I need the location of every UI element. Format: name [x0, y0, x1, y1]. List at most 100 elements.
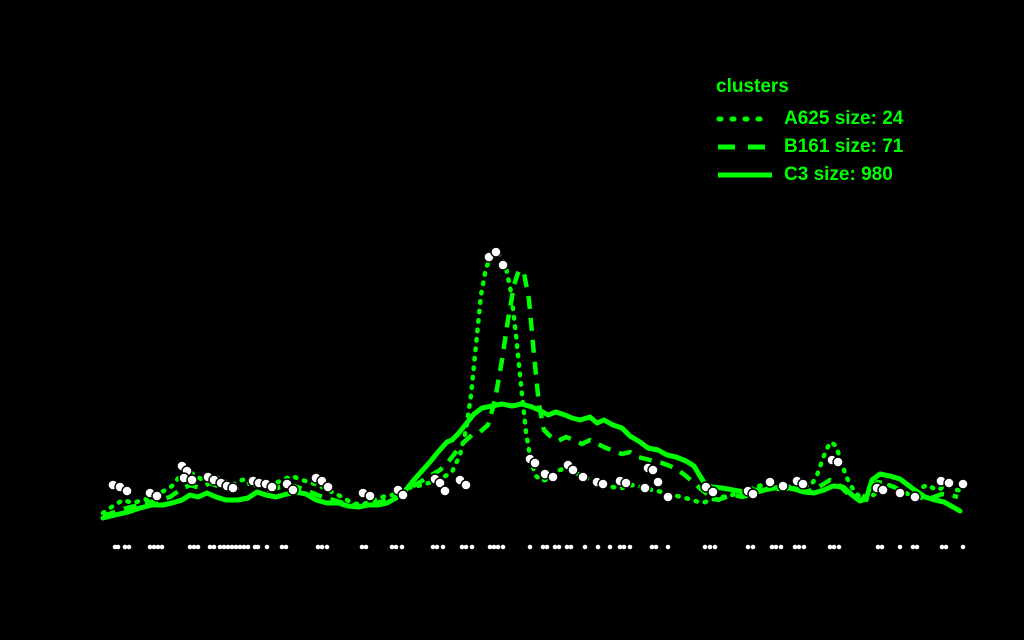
rug-dot — [359, 544, 365, 550]
rug-dot — [627, 544, 633, 550]
rug-dot — [607, 544, 613, 550]
scatter-point — [397, 489, 409, 501]
scatter-point — [490, 246, 502, 258]
rug-dot — [463, 544, 469, 550]
scatter-point — [151, 490, 163, 502]
legend-item-c3: C3 size: 980 — [716, 161, 903, 189]
rug-dot — [527, 544, 533, 550]
scatter-point — [639, 482, 651, 494]
rug-dot — [831, 544, 837, 550]
rug-dot — [910, 544, 916, 550]
rug-dot — [151, 544, 157, 550]
rug-dot — [621, 544, 627, 550]
rug-dot — [195, 544, 201, 550]
rug-dot — [459, 544, 465, 550]
rug-dot — [556, 544, 562, 550]
scatter-point — [832, 456, 844, 468]
scatter-point — [287, 484, 299, 496]
density-plot: clusters A625 size: 24 B161 size: 71 C3 … — [0, 0, 1024, 640]
rug-dot — [801, 544, 807, 550]
dashed-line-key-icon — [718, 144, 772, 150]
rug-dot — [827, 544, 833, 550]
rug-dot — [792, 544, 798, 550]
rug-dot — [363, 544, 369, 550]
rug-dot — [796, 544, 802, 550]
rug-dot — [159, 544, 165, 550]
rug-dot — [469, 544, 475, 550]
rug-dot — [960, 544, 966, 550]
legend-item-a625: A625 size: 24 — [716, 105, 903, 133]
scatter-point — [909, 491, 921, 503]
scatter-point — [497, 259, 509, 271]
rug-dot — [264, 544, 270, 550]
rug-dot — [279, 544, 285, 550]
rug-dot — [897, 544, 903, 550]
dotted-line-key-icon — [716, 116, 774, 122]
rug-dot — [702, 544, 708, 550]
rug-dot — [440, 544, 446, 550]
rug-dot — [617, 544, 623, 550]
scatter-point — [322, 481, 334, 493]
rug-dot — [319, 544, 325, 550]
rug-dot — [500, 544, 506, 550]
scatter-point — [364, 490, 376, 502]
rug-dot — [939, 544, 945, 550]
scatter-point — [439, 485, 451, 497]
rug-dot — [665, 544, 671, 550]
rug-dot — [434, 544, 440, 550]
rug-dot — [943, 544, 949, 550]
rug-dot — [552, 544, 558, 550]
scatter-point — [121, 485, 133, 497]
series-line-a625 — [100, 249, 965, 516]
scatter-point — [186, 474, 198, 486]
series-line-b161 — [102, 267, 959, 519]
rug-dot — [491, 544, 497, 550]
scatter-point — [747, 488, 759, 500]
rug-dot — [879, 544, 885, 550]
rug-dot — [126, 544, 132, 550]
rug-dot — [544, 544, 550, 550]
scatter-point — [894, 487, 906, 499]
rug-dot — [191, 544, 197, 550]
scatter-point — [567, 464, 579, 476]
rug-dot — [324, 544, 330, 550]
rug-dot — [122, 544, 128, 550]
scatter-point — [877, 484, 889, 496]
rug-dot — [187, 544, 193, 550]
rug-dot — [399, 544, 405, 550]
rug-dot — [217, 544, 223, 550]
rug-dot — [875, 544, 881, 550]
rug-dot — [315, 544, 321, 550]
scatter-point — [652, 476, 664, 488]
rug-dot — [393, 544, 399, 550]
scatter-point — [943, 477, 955, 489]
scatter-point — [547, 471, 559, 483]
rug-dot — [487, 544, 493, 550]
rug-dot — [115, 544, 121, 550]
rug-dot — [769, 544, 775, 550]
rug-dot — [430, 544, 436, 550]
legend: clusters A625 size: 24 B161 size: 71 C3 … — [716, 76, 903, 189]
legend-title: clusters — [716, 76, 789, 97]
rug-dot — [568, 544, 574, 550]
rug-dot — [707, 544, 713, 550]
legend-label: B161 size: 71 — [784, 136, 904, 157]
rug-dot — [237, 544, 243, 550]
rug-dot — [147, 544, 153, 550]
scatter-point — [620, 477, 632, 489]
rug-dot — [649, 544, 655, 550]
scatter-point — [777, 480, 789, 492]
rug-dot — [778, 544, 784, 550]
rug-dot — [211, 544, 217, 550]
rug-dot — [495, 544, 501, 550]
rug-dot — [283, 544, 289, 550]
rug-dot — [225, 544, 231, 550]
rug-dot — [750, 544, 756, 550]
scatter-point — [647, 464, 659, 476]
legend-label: C3 size: 980 — [784, 164, 893, 185]
rug-dot — [241, 544, 247, 550]
rug-dot — [773, 544, 779, 550]
rug-dot — [745, 544, 751, 550]
rug-dot — [595, 544, 601, 550]
solid-line-key-icon — [718, 172, 772, 178]
